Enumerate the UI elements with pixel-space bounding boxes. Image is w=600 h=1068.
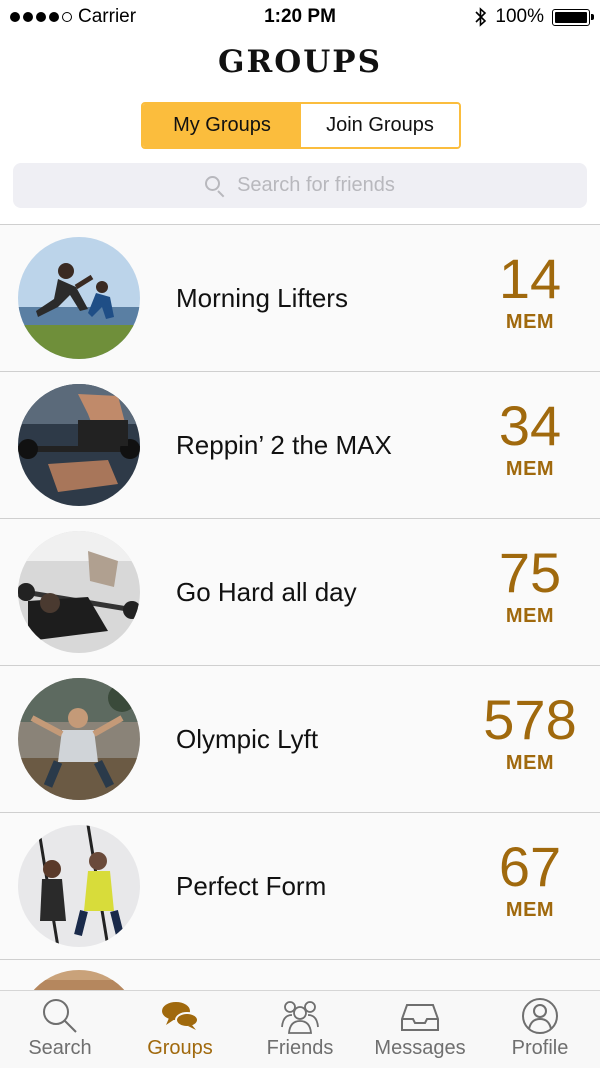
group-avatar	[18, 531, 140, 653]
member-count-unit: MEM	[505, 752, 555, 774]
search-input[interactable]: Search for friends	[13, 163, 587, 208]
group-name: Morning Lifters	[176, 283, 348, 313]
battery-icon	[552, 8, 594, 26]
member-count: 75 MEM	[470, 541, 590, 628]
tab-groups[interactable]: Groups	[120, 991, 240, 1068]
member-count-unit: MEM	[505, 605, 555, 627]
groups-segmented-control: My Groups Join Groups	[141, 102, 461, 149]
member-count-unit: MEM	[505, 899, 555, 921]
tab-label: Messages	[374, 1037, 466, 1059]
tab-friends[interactable]: Friends	[240, 991, 360, 1068]
tab-bar: Search Groups Friends Messages Profile	[0, 990, 600, 1068]
people-icon	[281, 1001, 319, 1034]
member-count: 578 MEM	[470, 688, 590, 775]
member-count-value: 578	[483, 688, 577, 751]
group-avatar	[18, 237, 140, 359]
tab-my-groups[interactable]: My Groups	[143, 104, 301, 147]
search-icon	[205, 175, 225, 197]
member-count-value: 34	[498, 394, 562, 457]
tab-join-groups[interactable]: Join Groups	[301, 104, 459, 147]
tab-label: Search	[28, 1037, 92, 1059]
list-item[interactable]: Olympic Lyft 578 MEM	[0, 666, 600, 813]
tab-label: Groups	[147, 1037, 213, 1059]
status-right: 100%	[475, 6, 594, 28]
member-count-value: 14	[498, 247, 562, 310]
battery-percent: 100%	[495, 6, 544, 27]
page-title: GROUPS	[218, 44, 382, 80]
member-count: 14 MEM	[470, 247, 590, 334]
list-item[interactable]: Perfect Form 67 MEM	[0, 813, 600, 960]
group-list: Morning Lifters 14 MEM Reppin’ 2 the MAX…	[0, 224, 600, 990]
tab-search[interactable]: Search	[0, 991, 120, 1068]
group-avatar	[18, 825, 140, 947]
tab-profile[interactable]: Profile	[480, 991, 600, 1068]
inbox-tray-icon	[401, 1004, 439, 1031]
person-circle-icon	[522, 998, 558, 1034]
tab-messages[interactable]: Messages	[360, 991, 480, 1068]
member-count: 34 MEM	[470, 394, 590, 481]
group-avatar	[18, 970, 140, 990]
group-name: Olympic Lyft	[176, 724, 319, 754]
group-name: Go Hard all day	[176, 577, 357, 607]
tab-label: Friends	[266, 1037, 334, 1059]
group-avatar	[18, 384, 140, 506]
status-bar: Carrier 1:20 PM 100%	[0, 0, 600, 34]
member-count-value: 67	[498, 835, 562, 898]
list-item[interactable]: Go Hard all day 75 MEM	[0, 519, 600, 666]
member-count: 67 MEM	[470, 835, 590, 922]
group-name: Perfect Form	[176, 871, 327, 901]
search-icon	[43, 999, 77, 1033]
chat-bubbles-icon	[162, 1002, 199, 1030]
list-item[interactable]	[0, 960, 600, 990]
member-count-value: 75	[498, 541, 562, 604]
group-avatar	[18, 678, 140, 800]
list-item[interactable]: Reppin’ 2 the MAX 34 MEM	[0, 372, 600, 519]
search-placeholder: Search for friends	[237, 174, 395, 196]
member-count-unit: MEM	[505, 311, 555, 333]
member-count-unit: MEM	[505, 458, 555, 480]
group-name: Reppin’ 2 the MAX	[176, 430, 392, 460]
bluetooth-icon	[475, 7, 487, 27]
list-item[interactable]: Morning Lifters 14 MEM	[0, 225, 600, 372]
tab-label: Profile	[511, 1037, 569, 1059]
